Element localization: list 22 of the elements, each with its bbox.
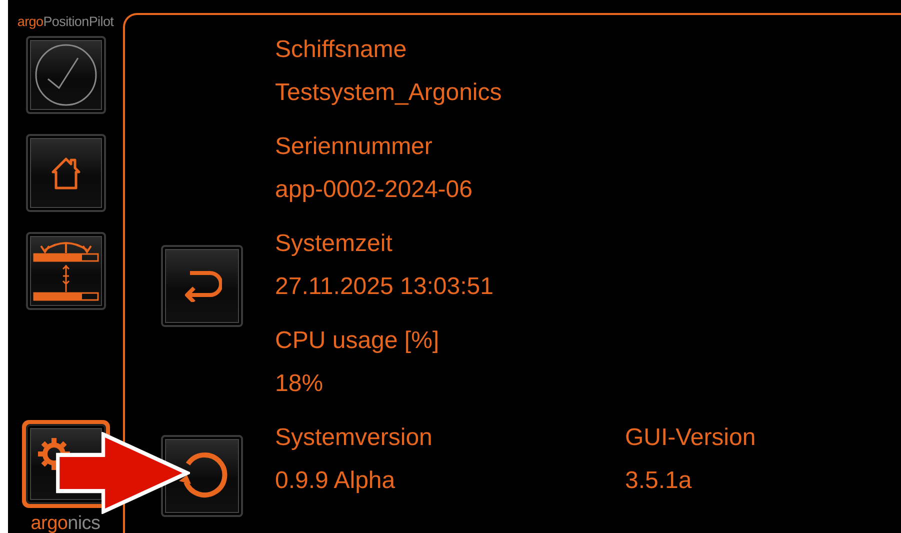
app-logo: argoPositionPilot <box>17 15 114 28</box>
level-button[interactable] <box>26 232 106 310</box>
return-arrow-icon <box>182 270 222 302</box>
field-label: GUI-Version <box>625 423 757 453</box>
field-value: 3.5.1a <box>625 466 693 496</box>
company-logo: argonics <box>30 514 100 533</box>
field-label: CPU usage [%] <box>275 326 440 356</box>
field-label: Systemzeit <box>275 229 394 259</box>
field-value: 18% <box>275 369 324 399</box>
back-button[interactable] <box>161 245 243 327</box>
field-value: 27.11.2025 13:03:51 <box>275 272 494 302</box>
home-icon <box>50 156 82 190</box>
restart-button[interactable] <box>161 435 243 517</box>
check-button[interactable] <box>26 36 106 114</box>
field-value: Testsystem_Argonics <box>275 78 503 108</box>
field-label: Seriennummer <box>275 132 434 162</box>
home-button[interactable] <box>26 134 106 212</box>
check-circle-icon <box>34 42 98 107</box>
field-label: Systemversion <box>275 423 434 453</box>
field-value: app-0002-2024-06 <box>275 175 474 205</box>
field-value: 0.9.9 Alpha <box>275 466 396 496</box>
field-label: Schiffsname <box>275 35 408 65</box>
